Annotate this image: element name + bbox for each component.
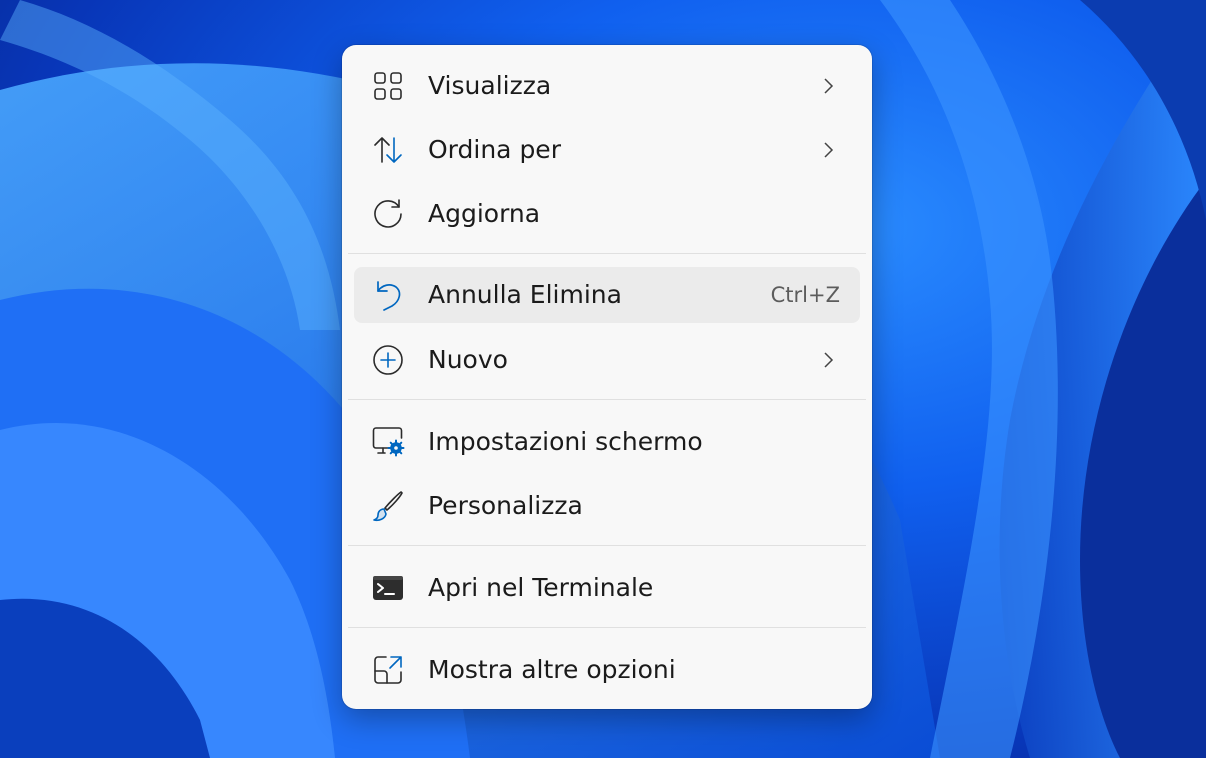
menu-item-label: Aggiorna [428,199,541,228]
menu-item-show-more-options[interactable]: Mostra altre opzioni [354,642,860,698]
menu-separator [348,253,866,254]
keyboard-shortcut: Ctrl+Z [770,283,840,307]
menu-item-refresh[interactable]: Aggiorna [354,186,860,242]
desktop-context-menu: Visualizza Ordina per Aggiorna Annulla E… [342,45,872,709]
menu-separator [348,627,866,628]
undo-icon [370,277,406,313]
chevron-right-icon [818,350,838,370]
menu-item-label: Nuovo [428,345,508,374]
menu-item-undo-delete[interactable]: Annulla Elimina Ctrl+Z [354,267,860,323]
refresh-icon [370,196,406,232]
menu-item-label: Annulla Elimina [428,280,622,309]
show-more-options-icon [370,652,406,688]
menu-item-label: Ordina per [428,135,561,164]
add-circle-icon [370,342,406,378]
menu-item-display-settings[interactable]: Impostazioni schermo [354,414,860,470]
chevron-right-icon [818,76,838,96]
menu-item-label: Impostazioni schermo [428,427,703,456]
menu-item-new[interactable]: Nuovo [354,332,860,388]
view-grid-icon [370,68,406,104]
menu-item-label: Personalizza [428,491,583,520]
menu-item-label: Visualizza [428,71,552,100]
menu-separator [348,545,866,546]
menu-item-label: Mostra altre opzioni [428,655,676,684]
paintbrush-icon [370,488,406,524]
sort-arrows-icon [370,132,406,168]
display-settings-icon [370,424,406,460]
terminal-icon [370,570,406,606]
menu-item-label: Apri nel Terminale [428,573,654,602]
chevron-right-icon [818,140,838,160]
menu-item-personalize[interactable]: Personalizza [354,478,860,534]
menu-item-sort-by[interactable]: Ordina per [354,122,860,178]
menu-item-view[interactable]: Visualizza [354,58,860,114]
menu-item-open-terminal[interactable]: Apri nel Terminale [354,560,860,616]
menu-separator [348,399,866,400]
